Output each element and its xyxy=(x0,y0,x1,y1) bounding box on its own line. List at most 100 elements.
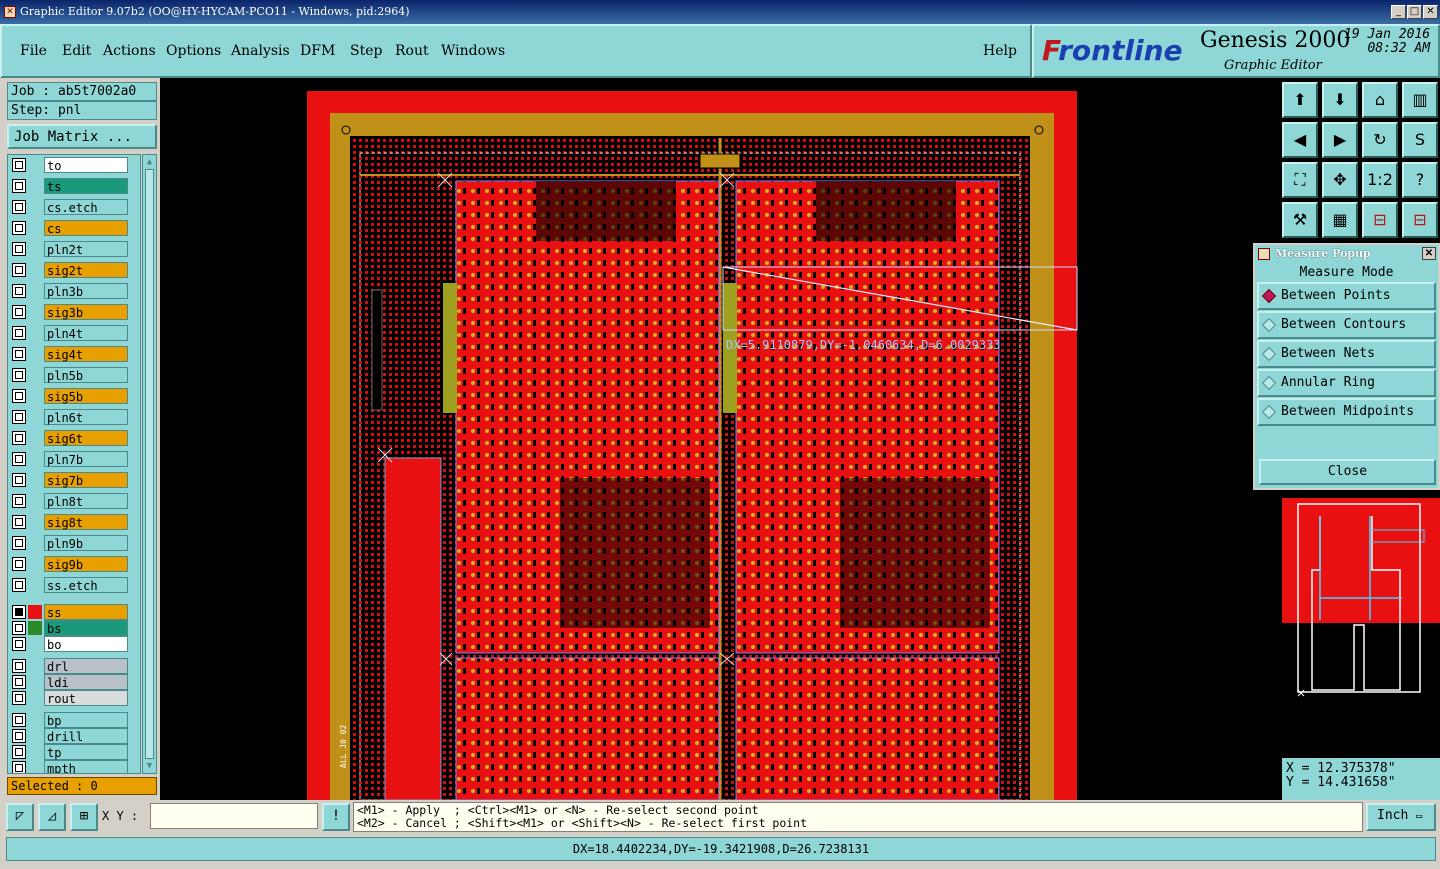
layer-row[interactable]: drl xyxy=(10,658,130,674)
layer-row[interactable]: ss.etch xyxy=(10,577,130,593)
layer-checkbox[interactable] xyxy=(12,263,26,277)
menu-analysis[interactable]: Analysis xyxy=(231,43,290,59)
layer-name[interactable]: drl xyxy=(44,658,128,674)
layer-row[interactable]: sig4t xyxy=(10,346,130,362)
layer-name[interactable]: bp xyxy=(44,712,128,728)
layer-name[interactable]: pln8t xyxy=(44,493,128,509)
layer-swatch[interactable] xyxy=(28,305,42,319)
layer-name[interactable]: rout xyxy=(44,690,128,706)
layers-red-icon[interactable]: ⊟ xyxy=(1362,202,1398,238)
layer-name[interactable]: cs.etch xyxy=(44,199,128,215)
layer-swatch[interactable] xyxy=(28,536,42,550)
menu-options[interactable]: Options xyxy=(166,43,221,59)
layer-row[interactable]: sig7b xyxy=(10,472,130,488)
layer-swatch[interactable] xyxy=(28,431,42,445)
layer-name[interactable]: tp xyxy=(44,744,128,760)
overview-drawing[interactable] xyxy=(1282,490,1440,758)
layer-swatch[interactable] xyxy=(28,637,42,651)
snap-icon[interactable]: S xyxy=(1402,122,1438,158)
layer-checkbox[interactable] xyxy=(12,305,26,319)
panels-icon[interactable]: ▥ xyxy=(1402,82,1438,118)
measure-mode-icon[interactable]: ◿ xyxy=(38,803,66,831)
layer-name[interactable]: ss.etch xyxy=(44,577,128,593)
layer-swatch[interactable] xyxy=(28,452,42,466)
layer-name[interactable]: ldi xyxy=(44,674,128,690)
layer-scrollbar[interactable]: ▲ ▼ xyxy=(142,154,157,774)
menu-step[interactable]: Step xyxy=(350,43,382,59)
layer-name[interactable]: sig5b xyxy=(44,388,128,404)
layer-row[interactable]: ss xyxy=(10,604,130,620)
layer-row[interactable]: cs xyxy=(10,220,130,236)
layer-swatch[interactable] xyxy=(28,326,42,340)
layer-checkbox[interactable] xyxy=(12,494,26,508)
layer-row[interactable]: drill xyxy=(10,728,130,744)
layer-swatch[interactable] xyxy=(28,729,42,743)
layer-checkbox[interactable] xyxy=(12,605,26,619)
input-toggle-icon[interactable]: ! xyxy=(322,803,350,831)
layer-swatch[interactable] xyxy=(28,158,42,172)
radio-diamond-icon[interactable] xyxy=(1261,404,1277,420)
layer-name[interactable]: sig7b xyxy=(44,472,128,488)
unit-selector[interactable]: Inch ▭ xyxy=(1366,803,1436,831)
layer-checkbox[interactable] xyxy=(12,713,26,727)
measure-option[interactable]: Between Points xyxy=(1257,282,1436,310)
xy-input[interactable] xyxy=(150,803,318,829)
layer-swatch[interactable] xyxy=(28,347,42,361)
select-mode-icon[interactable]: ◸ xyxy=(6,803,34,831)
layer-checkbox[interactable] xyxy=(12,410,26,424)
layer-swatch[interactable] xyxy=(28,659,42,673)
redo-icon[interactable]: ↻ xyxy=(1362,122,1398,158)
layer-name[interactable]: to xyxy=(44,157,128,173)
layer-checkbox[interactable] xyxy=(12,745,26,759)
layer-checkbox[interactable] xyxy=(12,675,26,689)
layer-row[interactable]: pln5b xyxy=(10,367,130,383)
scroll-up-icon[interactable]: ▲ xyxy=(144,156,155,168)
layer-checkbox[interactable] xyxy=(12,326,26,340)
layer-swatch[interactable] xyxy=(28,263,42,277)
layer-row[interactable]: pln7b xyxy=(10,451,130,467)
layer-name[interactable]: drill xyxy=(44,728,128,744)
pcb-panel-drawing[interactable]: DX=5.9110879,DY=-1.0460634,D=6.0029333 A… xyxy=(160,78,1278,800)
layer-checkbox[interactable] xyxy=(12,557,26,571)
layer-swatch[interactable] xyxy=(28,578,42,592)
job-matrix-button[interactable]: Job Matrix ... xyxy=(7,124,157,149)
layer-swatch[interactable] xyxy=(28,368,42,382)
layer-checkbox[interactable] xyxy=(12,637,26,651)
layer-swatch[interactable] xyxy=(28,221,42,235)
center-icon[interactable]: ✥ xyxy=(1322,162,1358,198)
layer-swatch[interactable] xyxy=(28,389,42,403)
layer-row[interactable]: to xyxy=(10,157,130,173)
layer-checkbox[interactable] xyxy=(12,452,26,466)
measure-option[interactable]: Between Nets xyxy=(1257,340,1436,368)
layer-row[interactable]: sig8t xyxy=(10,514,130,530)
layer-swatch[interactable] xyxy=(28,675,42,689)
radio-diamond-icon[interactable] xyxy=(1261,288,1277,304)
layer-swatch[interactable] xyxy=(28,713,42,727)
radio-diamond-icon[interactable] xyxy=(1261,375,1277,391)
layer-swatch[interactable] xyxy=(28,473,42,487)
layer-row[interactable]: ldi xyxy=(10,674,130,690)
layer-row[interactable]: bp xyxy=(10,712,130,728)
layer-row[interactable]: sig9b xyxy=(10,556,130,572)
menu-dfm[interactable]: DFM xyxy=(300,43,335,59)
layer-row[interactable]: cs.etch xyxy=(10,199,130,215)
menu-edit[interactable]: Edit xyxy=(62,43,91,59)
layer-name[interactable]: ss xyxy=(44,604,128,620)
layer-row[interactable]: sig3b xyxy=(10,304,130,320)
layer-name[interactable]: pln6t xyxy=(44,409,128,425)
layer-checkbox[interactable] xyxy=(12,242,26,256)
maximize-button[interactable]: □ xyxy=(1407,5,1422,19)
layer-checkbox[interactable] xyxy=(12,431,26,445)
scroll-down-icon[interactable]: ▼ xyxy=(144,760,155,772)
layer-checkbox[interactable] xyxy=(12,158,26,172)
layer-swatch[interactable] xyxy=(28,621,42,635)
menu-help[interactable]: Help xyxy=(983,43,1017,59)
layer-name[interactable]: pln5b xyxy=(44,367,128,383)
layer-checkbox[interactable] xyxy=(12,691,26,705)
layer-checkbox[interactable] xyxy=(12,368,26,382)
layer-checkbox[interactable] xyxy=(12,761,26,773)
layer-row[interactable]: sig2t xyxy=(10,262,130,278)
close-window-button[interactable]: ✕ xyxy=(1423,5,1438,19)
zoom-home-icon[interactable]: ⬆ xyxy=(1282,82,1318,118)
radio-diamond-icon[interactable] xyxy=(1261,317,1277,333)
